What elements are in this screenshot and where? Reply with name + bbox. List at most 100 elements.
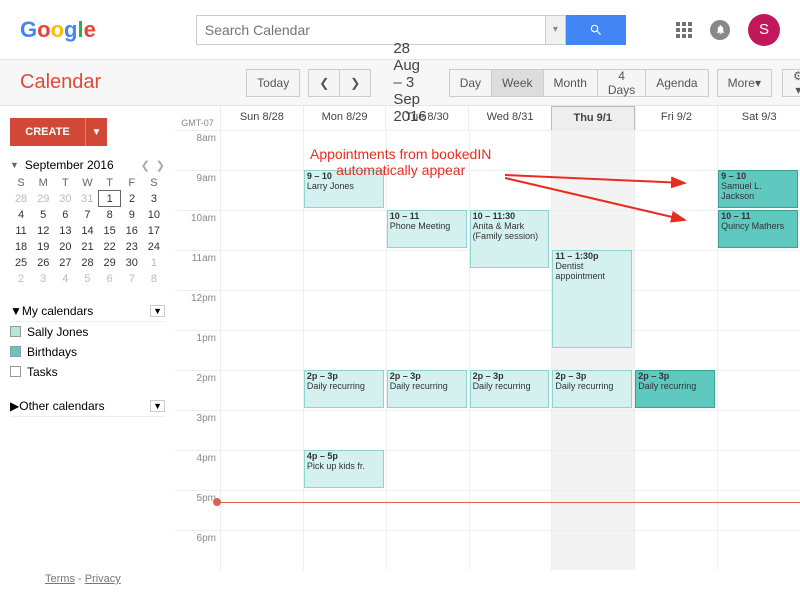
view-4-days[interactable]: 4 Days — [597, 69, 645, 97]
event[interactable]: 11 – 1:30pDentist appointment — [552, 250, 632, 348]
event[interactable]: 9 – 10Samuel L. Jackson — [718, 170, 798, 208]
day-cell[interactable] — [386, 331, 469, 370]
day-cell[interactable] — [634, 171, 717, 210]
day-cell[interactable] — [717, 371, 800, 410]
other-calendars-header[interactable]: ▶Other calendars▼ — [10, 396, 165, 417]
day-cell[interactable] — [386, 171, 469, 210]
next-button[interactable]: ❯ — [339, 69, 371, 97]
apps-icon[interactable] — [676, 22, 692, 38]
day-cell[interactable] — [220, 491, 303, 530]
create-button[interactable]: CREATE — [10, 118, 85, 146]
day-cell[interactable] — [634, 411, 717, 450]
day-header[interactable]: Sun 8/28 — [220, 106, 303, 130]
day-cell[interactable] — [551, 131, 634, 170]
day-cell[interactable] — [469, 491, 552, 530]
day-cell[interactable] — [717, 451, 800, 490]
day-cell[interactable] — [551, 451, 634, 490]
day-cell[interactable] — [717, 251, 800, 290]
day-cell[interactable] — [469, 411, 552, 450]
avatar[interactable]: S — [748, 14, 780, 46]
day-cell[interactable] — [386, 251, 469, 290]
event[interactable]: 9 – 10Larry Jones — [304, 170, 384, 208]
calendar-item[interactable]: Birthdays — [10, 342, 165, 362]
day-cell[interactable] — [220, 171, 303, 210]
day-cell[interactable] — [386, 531, 469, 570]
create-dropdown[interactable]: ▼ — [85, 118, 107, 146]
day-cell[interactable] — [634, 491, 717, 530]
event[interactable]: 10 – 11Phone Meeting — [387, 210, 467, 248]
calendar-item[interactable]: Sally Jones — [10, 322, 165, 342]
calendar-item[interactable]: Tasks — [10, 362, 165, 382]
day-cell[interactable] — [303, 251, 386, 290]
search-button[interactable] — [566, 15, 626, 45]
day-cell[interactable] — [220, 211, 303, 250]
day-cell[interactable] — [220, 531, 303, 570]
search-dropdown[interactable]: ▾ — [546, 15, 566, 45]
my-calendars-header[interactable]: ▼My calendars▼ — [10, 301, 165, 322]
day-cell[interactable] — [303, 131, 386, 170]
day-cell[interactable] — [469, 171, 552, 210]
day-cell[interactable] — [634, 211, 717, 250]
day-cell[interactable] — [220, 371, 303, 410]
event[interactable]: 2p – 3pDaily recurring — [635, 370, 715, 408]
google-logo[interactable]: Google — [20, 17, 96, 43]
prev-button[interactable]: ❮ — [308, 69, 339, 97]
event[interactable]: 2p – 3pDaily recurring — [304, 370, 384, 408]
day-cell[interactable] — [551, 171, 634, 210]
day-cell[interactable] — [551, 531, 634, 570]
event[interactable]: 2p – 3pDaily recurring — [387, 370, 467, 408]
view-month[interactable]: Month — [543, 69, 597, 97]
day-cell[interactable] — [634, 531, 717, 570]
event[interactable]: 4p – 5pPick up kids fr. — [304, 450, 384, 488]
day-cell[interactable] — [717, 411, 800, 450]
day-cell[interactable] — [386, 131, 469, 170]
day-cell[interactable] — [717, 291, 800, 330]
day-cell[interactable] — [386, 491, 469, 530]
event[interactable]: 2p – 3pDaily recurring — [552, 370, 632, 408]
day-header[interactable]: Fri 9/2 — [635, 106, 718, 130]
day-cell[interactable] — [717, 331, 800, 370]
expand-icon[interactable]: ▼ — [10, 160, 19, 170]
day-cell[interactable] — [303, 531, 386, 570]
day-header[interactable]: Thu 9/1 — [551, 106, 635, 130]
terms-link[interactable]: Terms — [45, 573, 75, 585]
today-button[interactable]: Today — [246, 69, 300, 97]
day-cell[interactable] — [386, 291, 469, 330]
day-header[interactable]: Sat 9/3 — [717, 106, 800, 130]
mini-next[interactable]: ❯ — [156, 159, 165, 172]
day-cell[interactable] — [220, 251, 303, 290]
day-cell[interactable] — [551, 491, 634, 530]
event[interactable]: 10 – 11Quincy Mathers — [718, 210, 798, 248]
day-cell[interactable] — [469, 451, 552, 490]
day-cell[interactable] — [303, 211, 386, 250]
day-cell[interactable] — [303, 411, 386, 450]
day-cell[interactable] — [386, 451, 469, 490]
day-cell[interactable] — [551, 211, 634, 250]
day-cell[interactable] — [551, 411, 634, 450]
more-button[interactable]: More ▾ — [717, 69, 772, 97]
day-cell[interactable] — [220, 331, 303, 370]
search-input[interactable] — [196, 15, 546, 45]
day-cell[interactable] — [386, 411, 469, 450]
day-cell[interactable] — [634, 131, 717, 170]
mini-calendar[interactable]: SMTWTFS282930311234567891011121314151617… — [10, 176, 165, 287]
day-cell[interactable] — [469, 331, 552, 370]
day-cell[interactable] — [717, 491, 800, 530]
day-header[interactable]: Wed 8/31 — [468, 106, 551, 130]
day-cell[interactable] — [220, 451, 303, 490]
view-agenda[interactable]: Agenda — [645, 69, 708, 97]
day-header[interactable]: Tue 8/30 — [385, 106, 468, 130]
view-day[interactable]: Day — [449, 69, 491, 97]
day-header[interactable]: Mon 8/29 — [303, 106, 386, 130]
day-cell[interactable] — [303, 291, 386, 330]
day-cell[interactable] — [303, 491, 386, 530]
day-cell[interactable] — [634, 251, 717, 290]
event[interactable]: 2p – 3pDaily recurring — [470, 370, 550, 408]
notifications-icon[interactable] — [710, 20, 730, 40]
day-cell[interactable] — [634, 291, 717, 330]
day-cell[interactable] — [469, 531, 552, 570]
day-cell[interactable] — [634, 451, 717, 490]
day-cell[interactable] — [469, 291, 552, 330]
day-cell[interactable] — [717, 131, 800, 170]
day-cell[interactable] — [717, 531, 800, 570]
